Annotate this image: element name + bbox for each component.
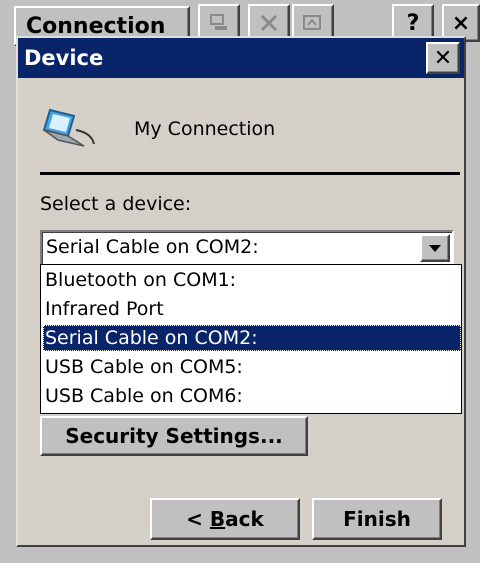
dialog-title: Device xyxy=(24,46,104,70)
back-prefix: < xyxy=(186,507,210,531)
dropdown-option-usb-com5[interactable]: USB Cable on COM5: xyxy=(43,354,461,380)
device-combobox[interactable]: Serial Cable on COM2: xyxy=(40,230,454,266)
dropdown-arrow-button[interactable] xyxy=(420,234,450,262)
close-icon: ✕ xyxy=(433,45,453,71)
finish-button[interactable]: Finish xyxy=(312,498,442,540)
back-button[interactable]: < Back xyxy=(150,498,300,540)
dropdown-option-infrared[interactable]: Infrared Port xyxy=(43,296,461,322)
dropdown-option-usb-com6[interactable]: USB Cable on COM6: xyxy=(43,383,461,409)
back-accelerator: B xyxy=(209,507,226,531)
select-device-label: Select a device: xyxy=(40,193,192,215)
connection-name: My Connection xyxy=(134,118,276,140)
combobox-value: Serial Cable on COM2: xyxy=(46,236,259,258)
dropdown-option-serial[interactable]: Serial Cable on COM2: xyxy=(43,325,461,351)
back-rest: ack xyxy=(225,507,264,531)
network-connection-icon xyxy=(40,106,98,154)
chevron-down-icon xyxy=(429,245,441,252)
dropdown-option-bluetooth[interactable]: Bluetooth on COM1: xyxy=(43,267,461,293)
security-settings-button[interactable]: Security Settings... xyxy=(40,416,308,456)
device-dropdown-list[interactable]: Bluetooth on COM1: Infrared Port Serial … xyxy=(40,264,462,414)
dialog-titlebar: Device xyxy=(18,38,464,78)
device-dialog: Device ✕ My Connection Select a device: … xyxy=(16,36,466,547)
separator xyxy=(40,172,460,175)
close-button[interactable]: ✕ xyxy=(426,42,460,74)
